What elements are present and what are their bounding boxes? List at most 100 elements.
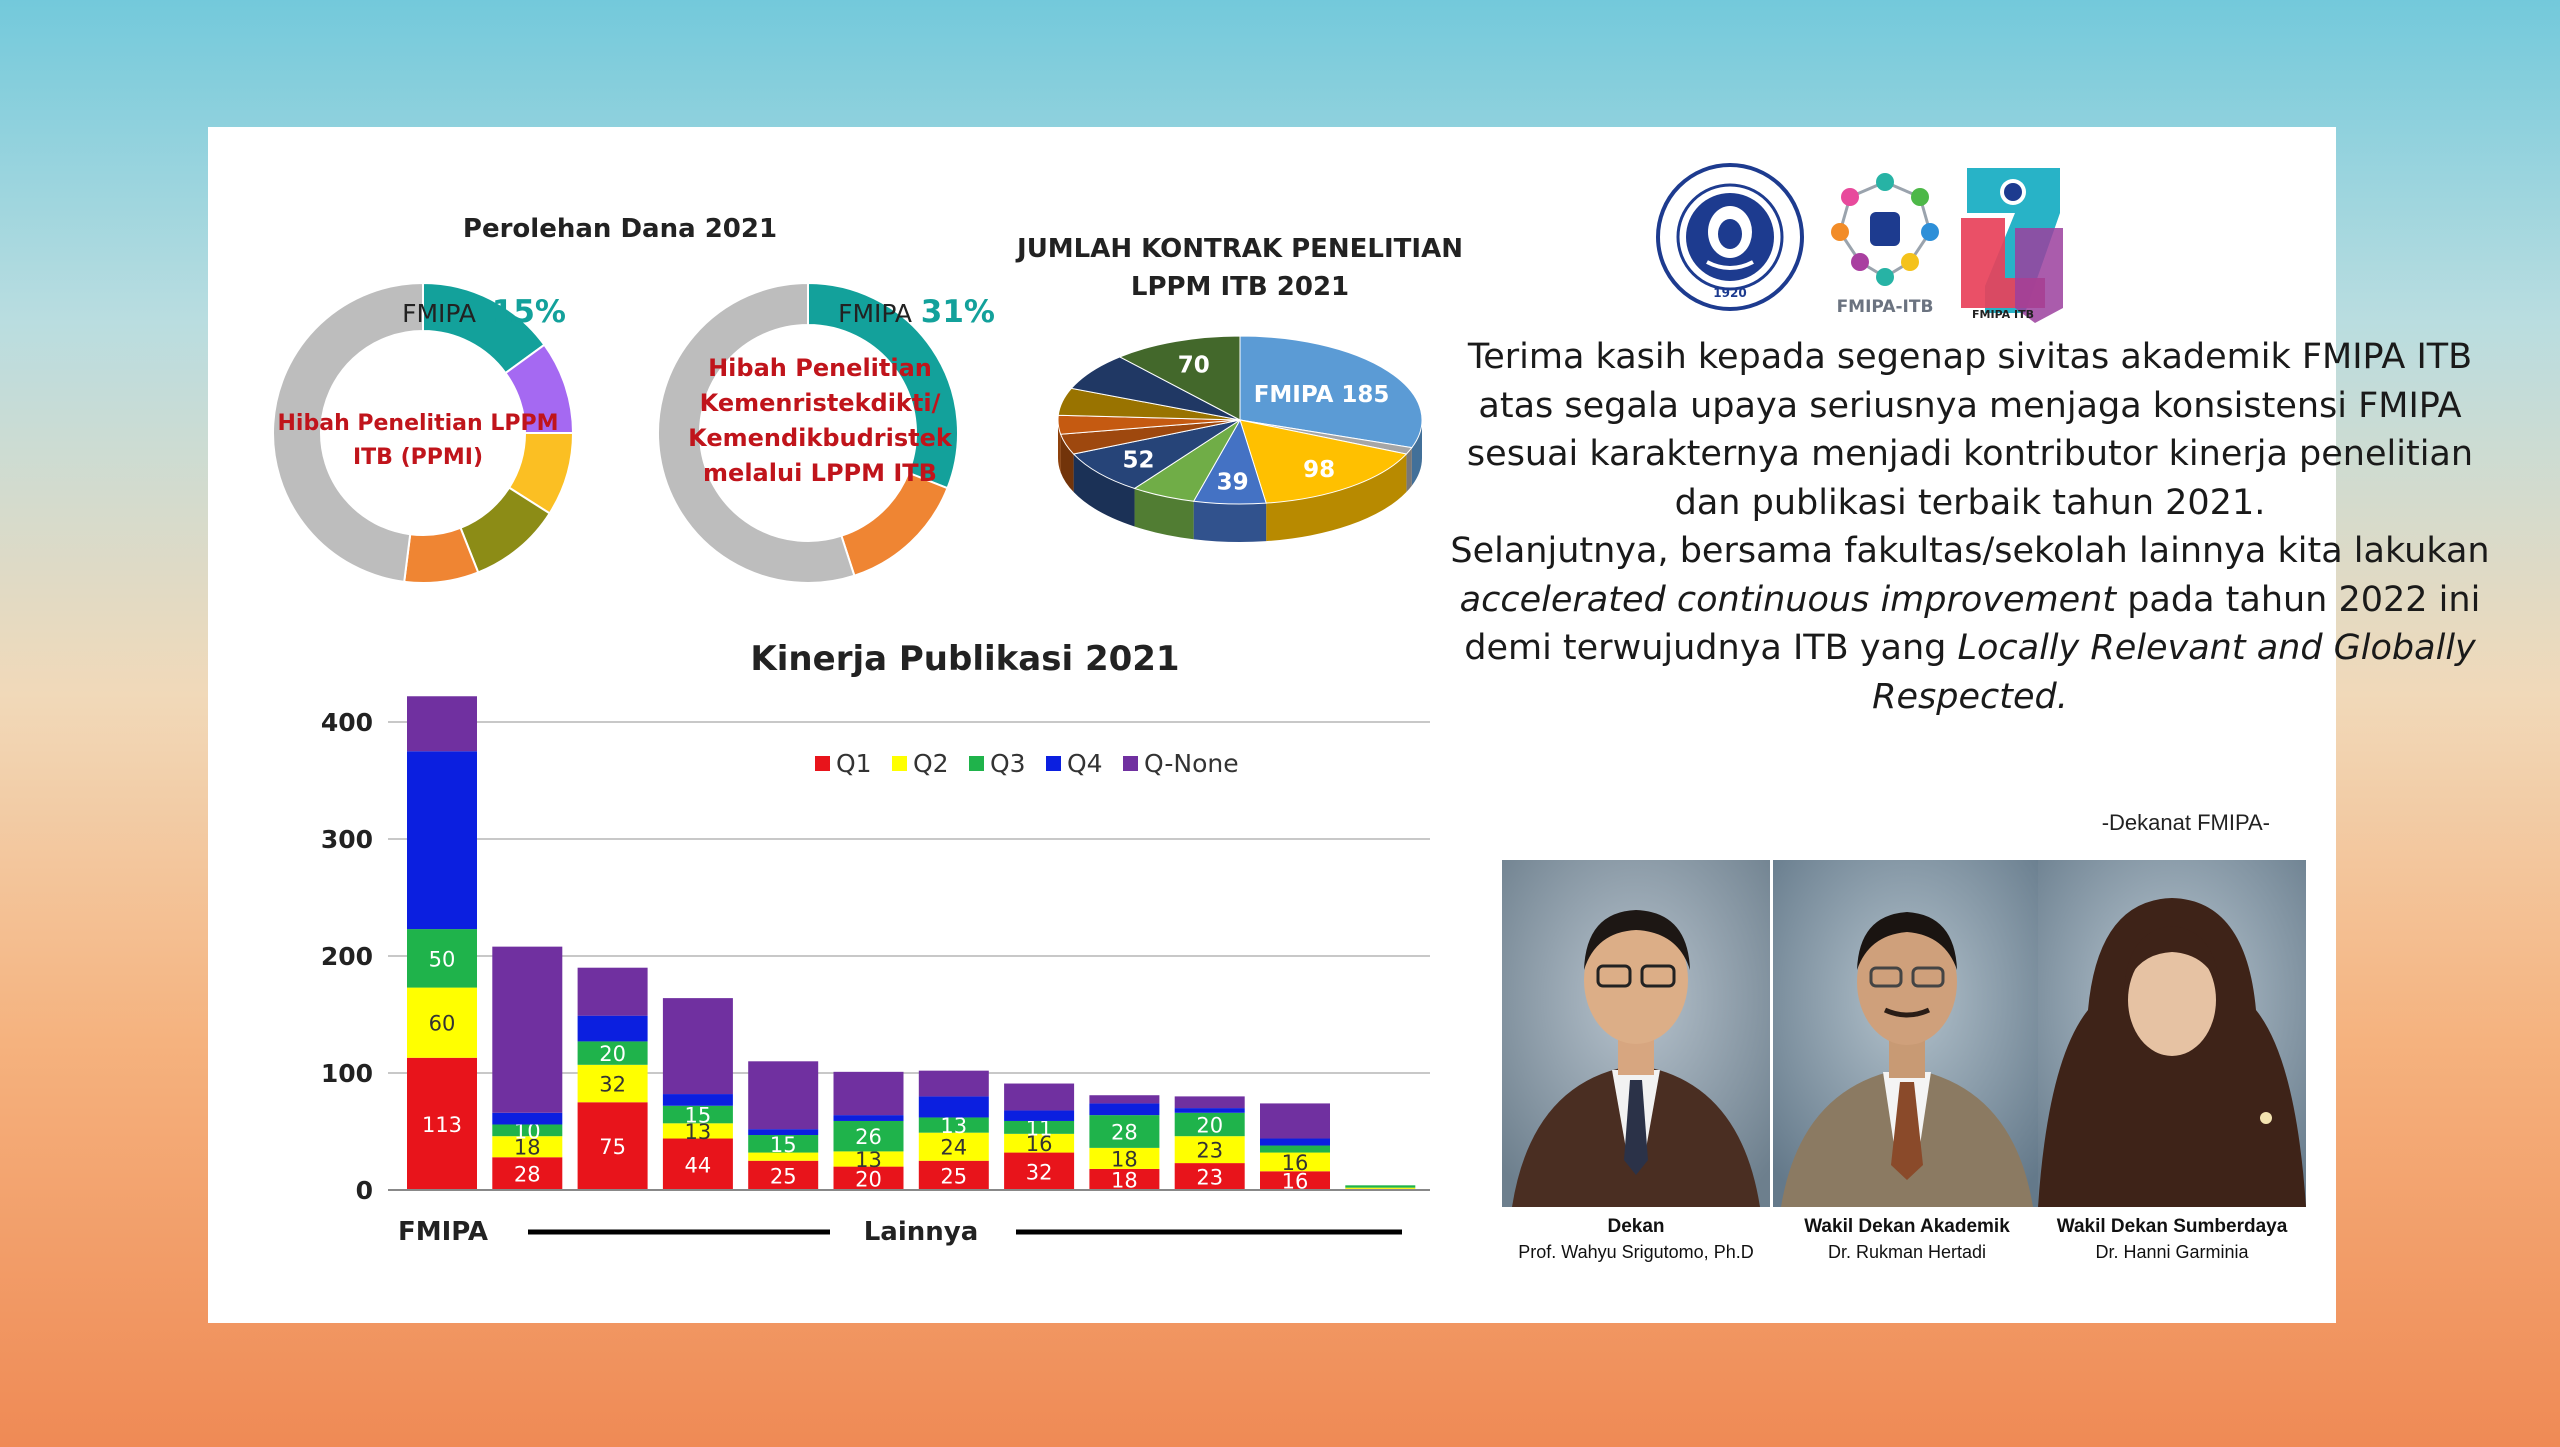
y-tick-label-4: 400 [321, 708, 373, 737]
bar-6-Q4 [918, 1096, 989, 1118]
bar-label-2-Q2: 32 [599, 1073, 626, 1097]
itb-logo-year: 1920 [1713, 286, 1746, 300]
message-p2-d: Locally Relevant and Globally Respected. [1872, 628, 2476, 717]
pie3d-label-5: 52 [1123, 447, 1155, 473]
anniversary-logo-text: FMIPA ITB [1972, 308, 2034, 321]
legend-label-Q4: Q4 [1067, 749, 1103, 778]
donut1-label: FMIPA [402, 299, 476, 328]
bar-0-Q-None [407, 696, 477, 752]
bar-3-Q-None [662, 998, 733, 1095]
pie3d-label-10: 70 [1178, 352, 1210, 378]
y-tick-label-2: 200 [321, 942, 373, 971]
fmipa-logo-text: FMIPA-ITB [1837, 297, 1934, 317]
bar-label-9-Q1: 23 [1196, 1166, 1223, 1190]
bar-9-Q4 [1174, 1108, 1245, 1113]
message-paragraph-2: Selanjutnya, bersama fakultas/sekolah la… [1430, 527, 2510, 721]
legend-label-Q3: Q3 [990, 749, 1026, 778]
donut1-pct: 15% [492, 294, 566, 330]
legend-swatch-Q-None [1123, 756, 1138, 771]
bar-0-Q4 [407, 751, 477, 930]
donut2-center-line1: Hibah Penelitian [708, 354, 932, 382]
bar-2-Q4 [577, 1015, 648, 1042]
legend-swatch-Q1 [815, 756, 830, 771]
group-label-lainnya: Lainnya [864, 1217, 979, 1247]
pie3d-label-2: 98 [1303, 457, 1335, 483]
contracts-title-line1: JUMLAH KONTRAK PENELITIAN [1017, 234, 1463, 264]
bar-label-8-Q1: 18 [1111, 1168, 1138, 1192]
bar-6-Q-None [918, 1070, 989, 1097]
bar-10-Q4 [1260, 1138, 1330, 1146]
donut2-center-line4: melalui LPPM ITB [703, 459, 937, 487]
bar-label-6-Q1: 25 [940, 1164, 967, 1188]
bar-label-3-Q1: 44 [685, 1153, 712, 1177]
bar-8-Q4 [1089, 1103, 1160, 1116]
caption-dekan: Dekan Prof. Wahyu Srigutomo, Ph.D [1502, 1216, 1770, 1263]
anniversary-logo: FMIPA ITB [1961, 168, 2063, 323]
caption-wds-name: Dr. Hanni Garminia [2095, 1242, 2249, 1262]
bar-7-Q4 [1004, 1110, 1075, 1121]
bar-label-0-Q1: 113 [422, 1113, 462, 1137]
bar-label-5-Q2: 13 [855, 1148, 882, 1172]
legend-label-Q1: Q1 [836, 749, 872, 778]
bar-label-8-Q3: 28 [1111, 1121, 1138, 1145]
bar-label-4-Q1: 25 [770, 1164, 797, 1188]
bar-1-Q4 [492, 1112, 563, 1125]
bar-label-8-Q2: 18 [1111, 1147, 1138, 1171]
bar-7-Q-None [1004, 1083, 1075, 1111]
caption-wakil-dekan-sumberdaya: Wakil Dekan Sumberdaya Dr. Hanni Garmini… [2038, 1216, 2306, 1263]
y-tick-label-1: 100 [321, 1059, 373, 1088]
bar-label-9-Q3: 20 [1196, 1113, 1223, 1137]
donut2-slice-1 [840, 471, 949, 577]
bar-1-Q-None [492, 946, 563, 1113]
bar-5-Q4 [833, 1115, 904, 1121]
message-p2-a: Selanjutnya, bersama fakultas/sekolah la… [1450, 531, 2490, 571]
bar-label-6-Q2: 24 [940, 1136, 967, 1160]
bar-label-6-Q3: 13 [940, 1114, 967, 1138]
bar-label-4-Q3: 15 [770, 1133, 797, 1157]
bar-label-10-Q2: 16 [1282, 1151, 1309, 1175]
pie3d-side-1 [1406, 447, 1412, 493]
fmipa-logo: FMIPA-ITB [1831, 173, 1939, 317]
bar-label-3-Q3: 15 [685, 1104, 712, 1128]
message-p2-b: accelerated continuous improvement [1459, 579, 2117, 620]
caption-dekan-name: Prof. Wahyu Srigutomo, Ph.D [1518, 1242, 1754, 1262]
itb-logo: 1920 [1656, 163, 1804, 311]
bar-2-Q-None [577, 967, 648, 1016]
funding-donut-2: FMIPA 31% Hibah Penelitian Kemenristekdi… [657, 281, 995, 584]
bar-5-Q-None [833, 1071, 904, 1116]
bar-label-2-Q3: 20 [599, 1042, 626, 1066]
donut2-center-line3: Kemendikbudristek [688, 424, 953, 452]
bar-label-1-Q1: 28 [514, 1163, 541, 1187]
bar-label-0-Q2: 60 [429, 1012, 456, 1036]
publication-chart-title: Kinerja Publikasi 2021 [750, 639, 1179, 679]
donut2-center-line2: Kemenristekdikti/ [700, 389, 941, 417]
donut2-pct: 31% [921, 294, 995, 330]
thank-you-message: Terima kasih kepada segenap sivitas akad… [1430, 333, 2510, 721]
bar-10-Q3 [1260, 1145, 1330, 1153]
caption-dekan-role: Dekan [1607, 1216, 1665, 1237]
pie3d-label-3: 39 [1217, 469, 1249, 495]
bar-label-9-Q2: 23 [1196, 1139, 1223, 1163]
donut1-center-line1: Hibah Penelitian LPPM [278, 411, 559, 436]
donut1-center-line2: ITB (PPMI) [353, 445, 483, 470]
caption-wakil-dekan-akademik: Wakil Dekan Akademik Dr. Rukman Hertadi [1773, 1216, 2041, 1263]
donut2-label: FMIPA [838, 299, 912, 328]
bar-11-Q2 [1345, 1187, 1416, 1189]
legend-label-Q2: Q2 [913, 749, 949, 778]
group-label-fmipa: FMIPA [398, 1217, 488, 1247]
caption-wds-role: Wakil Dekan Sumberdaya [2056, 1216, 2288, 1237]
funding-donut-1: FMIPA 15% Hibah Penelitian LPPM ITB (PPM… [272, 281, 575, 584]
bar-8-Q-None [1089, 1095, 1160, 1104]
bar-4-Q-None [748, 1061, 819, 1130]
bar-3-Q4 [662, 1094, 733, 1106]
pie3d-label-0: FMIPA 185 [1254, 382, 1390, 408]
contracts-pie-3d: FMIPA 185 98 39 52 70 [1057, 335, 1423, 542]
bar-11-Q3 [1345, 1185, 1416, 1188]
publication-chart: Kinerja Publikasi 2021 0 100 200 300 400 113… [321, 639, 1430, 1247]
photo-dekan [1502, 860, 1770, 1207]
y-tick-label-3: 300 [321, 825, 373, 854]
caption-wda-role: Wakil Dekan Akademik [1804, 1216, 2010, 1237]
bar-10-Q-None [1260, 1103, 1330, 1139]
bar-4-Q4 [748, 1129, 819, 1136]
bar-label-0-Q3: 50 [429, 947, 456, 971]
